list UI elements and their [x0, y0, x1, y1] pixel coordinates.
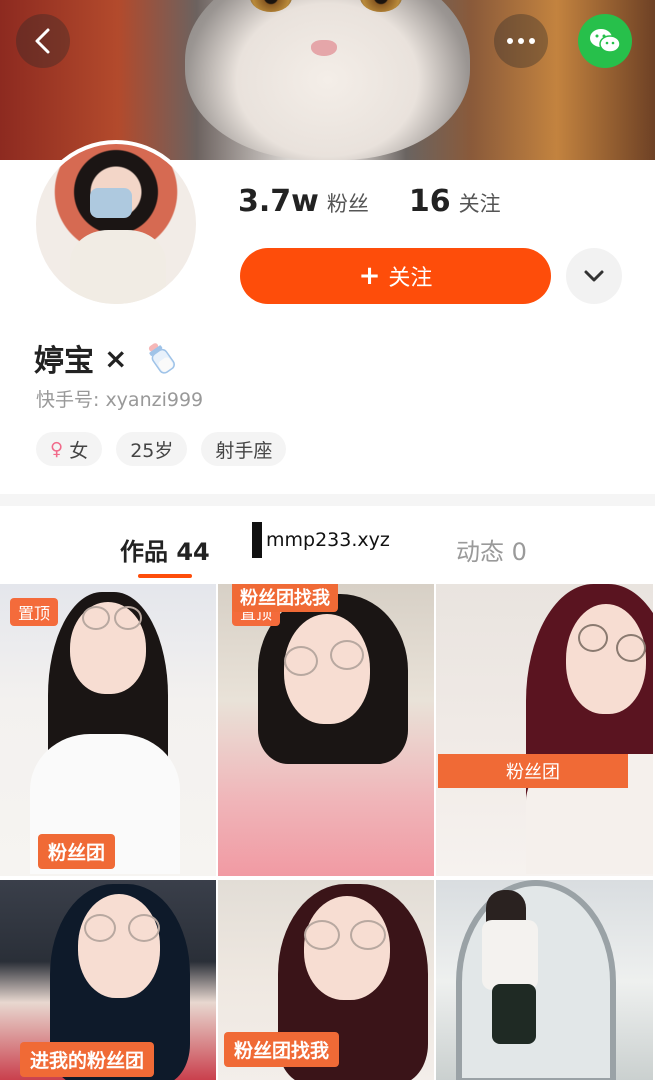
- wechat-icon: [590, 29, 621, 53]
- name-suffix: ×: [104, 341, 128, 375]
- tag-gender: ♀ 女: [36, 432, 103, 466]
- video-label: 粉丝团找我: [232, 584, 338, 612]
- following-label[interactable]: 关注: [459, 188, 501, 218]
- video-label: 粉丝团: [438, 754, 628, 788]
- following-count[interactable]: 16: [409, 184, 451, 219]
- video-thumbnail: [218, 584, 434, 876]
- tab-moments[interactable]: 动态 0: [456, 532, 527, 567]
- video-label: 进我的粉丝团: [20, 1042, 155, 1077]
- chevron-left-icon: [35, 28, 50, 54]
- plus-icon: +: [358, 261, 381, 291]
- tag-gender-label: 女: [69, 439, 89, 462]
- pinned-badge: 置顶: [10, 598, 59, 626]
- follow-button[interactable]: + 关注: [240, 248, 551, 304]
- works-grid: 置顶 粉丝团 置顶 粉丝团找我 粉丝团 进我的粉丝团 粉丝团找我: [0, 584, 655, 1080]
- video-thumbnail: [436, 584, 653, 876]
- user-id: 快手号: xyanzi999: [36, 389, 204, 411]
- follow-button-label: 关注: [388, 266, 433, 291]
- tag-zodiac-label: 射手座: [215, 439, 273, 462]
- followers-count[interactable]: 3.7w: [238, 184, 319, 219]
- video-label: 粉丝团找我: [224, 1032, 340, 1067]
- grid-item[interactable]: 置顶 粉丝团找我: [218, 584, 436, 876]
- watermark: mmp233.xyz: [252, 522, 394, 558]
- watermark-text: mmp233.xyz: [266, 529, 390, 551]
- profile-tags: ♀ 女 25岁 射手座: [36, 432, 287, 466]
- tag-age-label: 25岁: [130, 439, 174, 462]
- baby-bottle-icon: [149, 343, 176, 374]
- video-thumbnail: [0, 584, 216, 876]
- video-label: 粉丝团: [38, 834, 116, 869]
- tab-works[interactable]: 作品 44: [120, 532, 210, 567]
- profile-stats: 3.7w 粉丝 16 关注: [238, 184, 501, 219]
- wechat-share-button[interactable]: [578, 14, 632, 68]
- grid-item[interactable]: 进我的粉丝团: [0, 880, 218, 1080]
- grid-item[interactable]: 置顶 粉丝团: [0, 584, 218, 876]
- grid-item[interactable]: 粉丝团: [436, 584, 655, 876]
- tag-age: 25岁: [116, 432, 188, 466]
- back-button[interactable]: [16, 14, 70, 68]
- followers-label[interactable]: 粉丝: [327, 188, 369, 218]
- profile-banner: [0, 0, 655, 160]
- video-thumbnail: [436, 880, 653, 1080]
- more-button[interactable]: [494, 14, 548, 68]
- name-row: 婷宝 ×: [34, 336, 177, 380]
- banner-cat-image: [185, 0, 470, 160]
- female-icon: ♀: [50, 438, 64, 460]
- avatar[interactable]: [32, 140, 200, 308]
- grid-item[interactable]: [436, 880, 655, 1080]
- more-dots-icon: [507, 38, 535, 44]
- more-options-dropdown-button[interactable]: [566, 248, 622, 304]
- active-tab-indicator: [138, 574, 192, 578]
- user-name: 婷宝: [34, 344, 94, 379]
- watermark-flag-icon: [252, 522, 262, 558]
- section-divider: [0, 494, 655, 506]
- tag-zodiac: 射手座: [201, 432, 287, 466]
- chevron-down-icon: [584, 270, 604, 282]
- grid-item[interactable]: 粉丝团找我: [218, 880, 436, 1080]
